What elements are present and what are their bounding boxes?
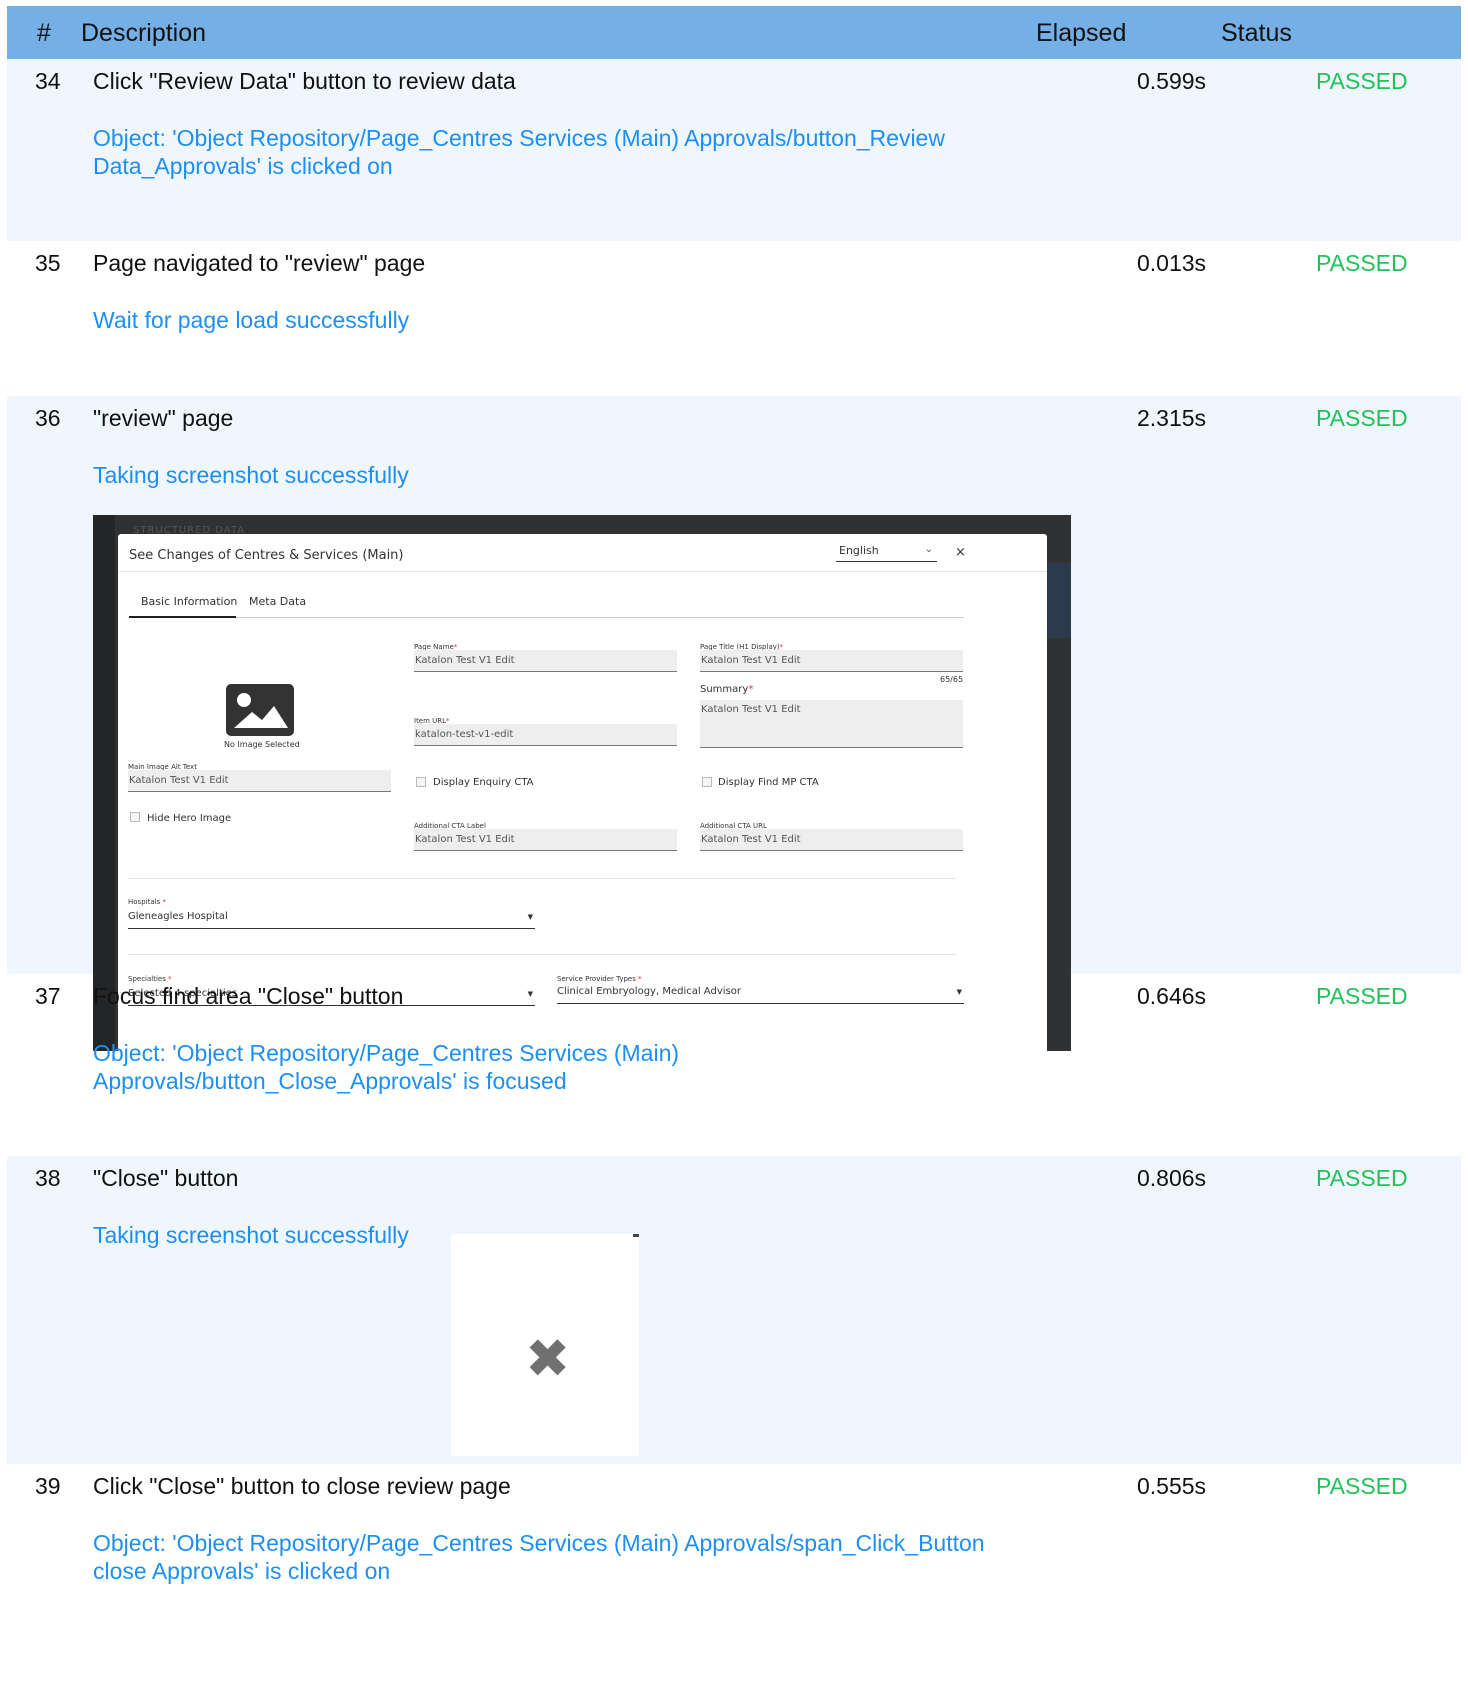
table-row: 34 Click "Review Data" button to review …: [7, 59, 1461, 241]
header-elapsed: Elapsed: [1036, 19, 1127, 47]
header-description: Description: [81, 19, 207, 47]
tabs-underline: [129, 617, 964, 618]
step-message: Object: 'Object Repository/Page_Centres …: [93, 1039, 1043, 1095]
step-message-line: close Approvals' is clicked on: [93, 1558, 391, 1584]
tab-basic-information[interactable]: Basic Information: [141, 595, 237, 608]
modal-header-divider: [118, 571, 1047, 572]
step-description: Focus find area "Close" button: [93, 983, 404, 1009]
table-header: # Description Elapsed Status: [7, 6, 1461, 59]
tab-meta-data[interactable]: Meta Data: [249, 595, 306, 608]
step-number: 36: [35, 405, 61, 431]
display-enquiry-cta-checkbox[interactable]: [416, 777, 426, 787]
step-message-line: Object: 'Object Repository/Page_Centres …: [93, 1530, 985, 1556]
no-image-text: No Image Selected: [224, 740, 300, 749]
step-elapsed: 0.013s: [1137, 250, 1207, 276]
step-number: 37: [35, 983, 61, 1009]
hospitals-value: Gleneagles Hospital: [128, 911, 228, 922]
additional-cta-label-field[interactable]: Katalon Test V1 Edit: [414, 829, 677, 851]
caret-down-icon: ▼: [527, 913, 533, 921]
hospitals-select[interactable]: Gleneagles Hospital ▼: [128, 911, 535, 929]
table-row: 39 Click "Close" button to close review …: [7, 1464, 1461, 1624]
language-select[interactable]: English ⌄: [836, 544, 937, 562]
step-status: PASSED: [1316, 250, 1408, 276]
modal-title: See Changes of Centres & Services (Main): [129, 548, 404, 563]
screenshot-corner-mark: [633, 1234, 639, 1237]
main-image-alt-field[interactable]: Katalon Test V1 Edit: [128, 770, 391, 792]
step-description: Click "Review Data" button to review dat…: [93, 68, 516, 94]
additional-cta-url-field[interactable]: Katalon Test V1 Edit: [700, 829, 963, 851]
step-description: Click "Close" button to close review pag…: [93, 1473, 511, 1499]
step-elapsed: 0.646s: [1137, 983, 1207, 1009]
step-description: "Close" button: [93, 1165, 239, 1191]
step-message-line: Approvals/button_Close_Approvals' is foc…: [93, 1068, 567, 1094]
step-status: PASSED: [1316, 1165, 1408, 1191]
step-message: Wait for page load successfully: [93, 306, 1043, 334]
summary-label: Summary*: [700, 684, 754, 695]
active-tab-indicator: [129, 616, 236, 618]
image-placeholder-icon: [226, 684, 294, 736]
table-row: 37 Focus find area "Close" button 0.646s…: [7, 974, 1461, 1156]
table-row: 38 "Close" button 0.806s PASSED Taking s…: [7, 1156, 1461, 1464]
item-url-field[interactable]: katalon-test-v1-edit: [414, 724, 677, 746]
step-message-line: Data_Approvals' is clicked on: [93, 153, 393, 179]
step-message: Object: 'Object Repository/Page_Centres …: [93, 124, 1043, 180]
display-find-mp-cta-label: Display Find MP CTA: [718, 777, 819, 788]
close-icon: ✖: [525, 1329, 571, 1389]
step-elapsed: 0.806s: [1137, 1165, 1207, 1191]
test-report-table: # Description Elapsed Status 34 Click "R…: [7, 6, 1461, 1624]
close-button-screenshot: ✖: [451, 1234, 639, 1456]
header-status: Status: [1221, 19, 1292, 47]
step-number: 34: [35, 68, 61, 94]
step-message-line: Object: 'Object Repository/Page_Centres …: [93, 125, 945, 151]
step-message: Object: 'Object Repository/Page_Centres …: [93, 1529, 1043, 1585]
hide-hero-image-checkbox[interactable]: [130, 812, 140, 822]
step-number: 35: [35, 250, 61, 276]
step-message-line: Taking screenshot successfully: [93, 462, 409, 488]
step-status: PASSED: [1316, 983, 1408, 1009]
step-message-line: Object: 'Object Repository/Page_Centres …: [93, 1040, 680, 1066]
table-row: 35 Page navigated to "review" page 0.013…: [7, 241, 1461, 396]
app-sidebar: [93, 515, 115, 1051]
header-num: #: [37, 19, 51, 47]
step-status: PASSED: [1316, 1473, 1408, 1499]
language-value: English: [839, 544, 879, 557]
table-row: 36 "review" page 2.315s PASSED Taking sc…: [7, 396, 1461, 1051]
section-divider: [128, 954, 956, 955]
display-find-mp-cta-checkbox[interactable]: [702, 777, 712, 787]
step-message-line: Wait for page load successfully: [93, 307, 410, 333]
review-page-screenshot: STRUCTURED DATA See Changes of Centres &…: [93, 515, 1071, 1051]
step-number: 38: [35, 1165, 61, 1191]
chevron-down-icon: ⌄: [924, 544, 933, 555]
step-status: PASSED: [1316, 68, 1408, 94]
page-name-field[interactable]: Katalon Test V1 Edit: [414, 650, 677, 672]
step-description: "review" page: [93, 405, 234, 431]
step-message: Taking screenshot successfully: [93, 461, 1043, 489]
modal-close-button[interactable]: ×: [955, 545, 966, 560]
step-elapsed: 2.315s: [1137, 405, 1207, 431]
display-enquiry-cta-label: Display Enquiry CTA: [433, 777, 534, 788]
page-title-field[interactable]: Katalon Test V1 Edit: [700, 650, 963, 672]
hide-hero-image-label: Hide Hero Image: [147, 813, 232, 824]
step-number: 39: [35, 1473, 61, 1499]
step-elapsed: 0.599s: [1137, 68, 1207, 94]
background-panel: [1046, 563, 1071, 638]
page-title-char-count: 65/65: [940, 675, 964, 684]
step-status: PASSED: [1316, 405, 1408, 431]
section-divider: [128, 878, 956, 879]
hospitals-label: Hospitals *: [128, 898, 166, 906]
step-elapsed: 0.555s: [1137, 1473, 1207, 1499]
summary-textarea[interactable]: Katalon Test V1 Edit: [700, 700, 963, 748]
step-description: Page navigated to "review" page: [93, 250, 426, 276]
